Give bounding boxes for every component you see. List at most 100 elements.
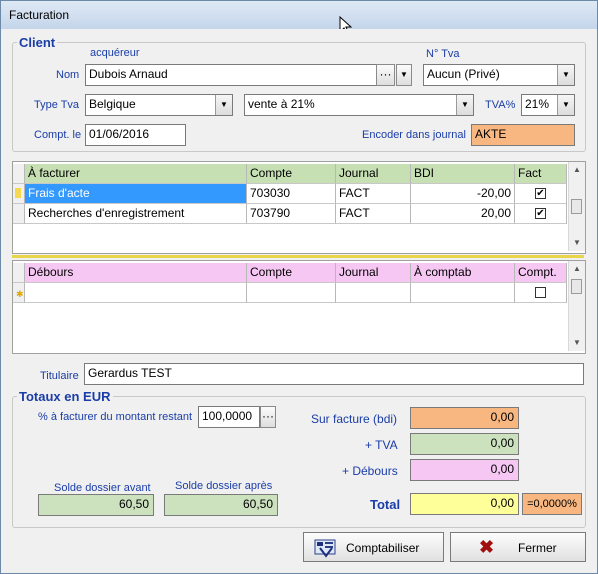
fact-checkbox[interactable]: ✔	[535, 208, 546, 219]
scroll-down-icon[interactable]: ▼	[573, 238, 581, 247]
ntva-select[interactable]: Aucun (Privé) ▼	[423, 64, 575, 86]
comptabiliser-button[interactable]: Comptabiliser	[303, 532, 444, 562]
comptabiliser-icon	[314, 539, 336, 558]
grid-separator	[12, 255, 584, 258]
solde-apres-label: Solde dossier après	[175, 480, 273, 492]
journal-label: Encoder dans journal	[362, 129, 466, 141]
window-title: Facturation	[9, 8, 70, 22]
table-row-cell-compte[interactable]: 703030	[247, 184, 336, 204]
chevron-down-icon: ▼	[215, 95, 232, 115]
vente-value: vente à 21%	[248, 97, 315, 111]
scroll-thumb[interactable]	[571, 199, 582, 214]
table-row-cell-debours[interactable]	[25, 283, 247, 303]
sur-facture-label: Sur facture (bdi)	[311, 412, 398, 426]
current-row-marker-icon	[15, 188, 21, 198]
scroll-up-icon[interactable]: ▲	[573, 165, 581, 174]
new-row-icon: ✱	[16, 289, 24, 299]
table-row-cell-bdi[interactable]: -20,00	[411, 184, 515, 204]
compt-date-input[interactable]: 01/06/2016	[85, 124, 186, 146]
debours-total-value: 0,00	[410, 459, 519, 481]
total-value: 0,00	[410, 493, 519, 515]
solde-avant-label: Solde dossier avant	[54, 482, 151, 494]
pct-lookup-button[interactable]: ···	[260, 406, 276, 428]
tvapct-select[interactable]: 21% ▼	[521, 94, 575, 116]
debours-scrollbar[interactable]: ▲ ▼	[568, 261, 585, 351]
col-header-afacturer[interactable]: À facturer	[25, 164, 247, 184]
sur-facture-value: 0,00	[410, 407, 519, 429]
debours-grid: Débours Compte Journal À comptab Compt. …	[12, 260, 586, 354]
solde-apres-value: 60,50	[164, 494, 278, 516]
ntva-value: Aucun (Privé)	[427, 67, 500, 81]
fact-checkbox[interactable]: ✔	[535, 188, 546, 199]
col-header-compte[interactable]: Compte	[247, 263, 336, 283]
table-row-cell-compte[interactable]	[247, 283, 336, 303]
solde-avant-value: 60,50	[38, 494, 154, 516]
tva-label: + TVA	[365, 438, 398, 452]
dialog-body: Client acquéreur Nom Dubois Arnaud ··· ▼…	[7, 29, 591, 567]
table-row-cell-compt[interactable]	[515, 283, 567, 303]
nom-dropdown-button[interactable]: ▼	[396, 64, 412, 86]
table-row-cell-label[interactable]: Frais d'acte	[25, 184, 247, 204]
totaux-group-title: Totaux en EUR	[17, 389, 113, 404]
pct-input[interactable]: 100,0000	[198, 406, 260, 428]
title-bar[interactable]: Facturation	[1, 1, 597, 36]
compt-checkbox[interactable]	[535, 287, 546, 298]
tva-value: 0,00	[410, 433, 519, 455]
table-row-cell-fact[interactable]: ✔	[515, 184, 567, 204]
chevron-down-icon: ▼	[400, 70, 408, 79]
fermer-label: Fermer	[518, 541, 557, 555]
chevron-down-icon: ▼	[557, 95, 574, 115]
titulaire-label: Titulaire	[40, 370, 79, 382]
titulaire-input[interactable]: Gerardus TEST	[84, 363, 584, 385]
afacturer-scrollbar[interactable]: ▲ ▼	[568, 162, 585, 251]
total-label: Total	[370, 497, 401, 512]
table-row-cell-bdi[interactable]: 20,00	[411, 204, 515, 224]
vente-select[interactable]: vente à 21% ▼	[244, 94, 474, 116]
col-header-journal[interactable]: Journal	[336, 263, 411, 283]
scroll-down-icon[interactable]: ▼	[573, 338, 581, 347]
typetva-label: Type Tva	[34, 99, 80, 111]
typetva-select[interactable]: Belgique ▼	[85, 94, 233, 116]
row-indicator-header	[13, 263, 25, 283]
close-icon: ✖	[479, 537, 495, 557]
col-header-journal[interactable]: Journal	[336, 164, 411, 184]
row-indicator[interactable]	[13, 184, 25, 204]
col-header-compte[interactable]: Compte	[247, 164, 336, 184]
ellipsis-icon: ···	[379, 67, 392, 81]
table-row-cell-compte[interactable]: 703790	[247, 204, 336, 224]
table-row-cell-journal[interactable]: FACT	[336, 184, 411, 204]
fermer-button[interactable]: ✖ Fermer	[450, 532, 586, 562]
table-row-cell-acomptab[interactable]	[411, 283, 515, 303]
nom-label: Nom	[56, 69, 80, 81]
ellipsis-icon: ···	[262, 409, 274, 423]
scroll-up-icon[interactable]: ▲	[573, 264, 581, 273]
ntva-label: N° Tva	[426, 48, 460, 60]
typetva-value: Belgique	[89, 97, 136, 111]
total-pct: =0,0000%	[522, 493, 582, 515]
comptabiliser-label: Comptabiliser	[346, 541, 420, 555]
col-header-acomptab[interactable]: À comptab	[411, 263, 515, 283]
facturation-window: Facturation Client acquéreur Nom Dubois …	[0, 0, 598, 574]
tvapct-value: 21%	[525, 97, 550, 111]
journal-field[interactable]: AKTE	[471, 124, 575, 146]
chevron-down-icon: ▼	[456, 95, 473, 115]
tvapct-label: TVA%	[485, 99, 516, 111]
chevron-down-icon: ▼	[557, 65, 574, 85]
row-indicator[interactable]: ✱	[13, 283, 25, 303]
row-indicator-header	[13, 164, 25, 184]
compt-label: Compt. le	[34, 129, 82, 141]
col-header-fact[interactable]: Fact	[515, 164, 567, 184]
nom-input[interactable]: Dubois Arnaud	[85, 64, 377, 86]
col-header-bdi[interactable]: BDI	[411, 164, 515, 184]
col-header-compt[interactable]: Compt.	[515, 263, 567, 283]
table-row-cell-label[interactable]: Recherches d'enregistrement	[25, 204, 247, 224]
row-indicator[interactable]	[13, 204, 25, 224]
scroll-thumb[interactable]	[571, 279, 582, 294]
nom-lookup-button[interactable]: ···	[376, 64, 395, 86]
pct-label: % à facturer du montant restant	[38, 411, 193, 423]
table-row-cell-journal[interactable]: FACT	[336, 204, 411, 224]
col-header-debours[interactable]: Débours	[25, 263, 247, 283]
afacturer-grid: À facturer Compte Journal BDI Fact Frais…	[12, 161, 586, 254]
table-row-cell-fact[interactable]: ✔	[515, 204, 567, 224]
table-row-cell-journal[interactable]	[336, 283, 411, 303]
